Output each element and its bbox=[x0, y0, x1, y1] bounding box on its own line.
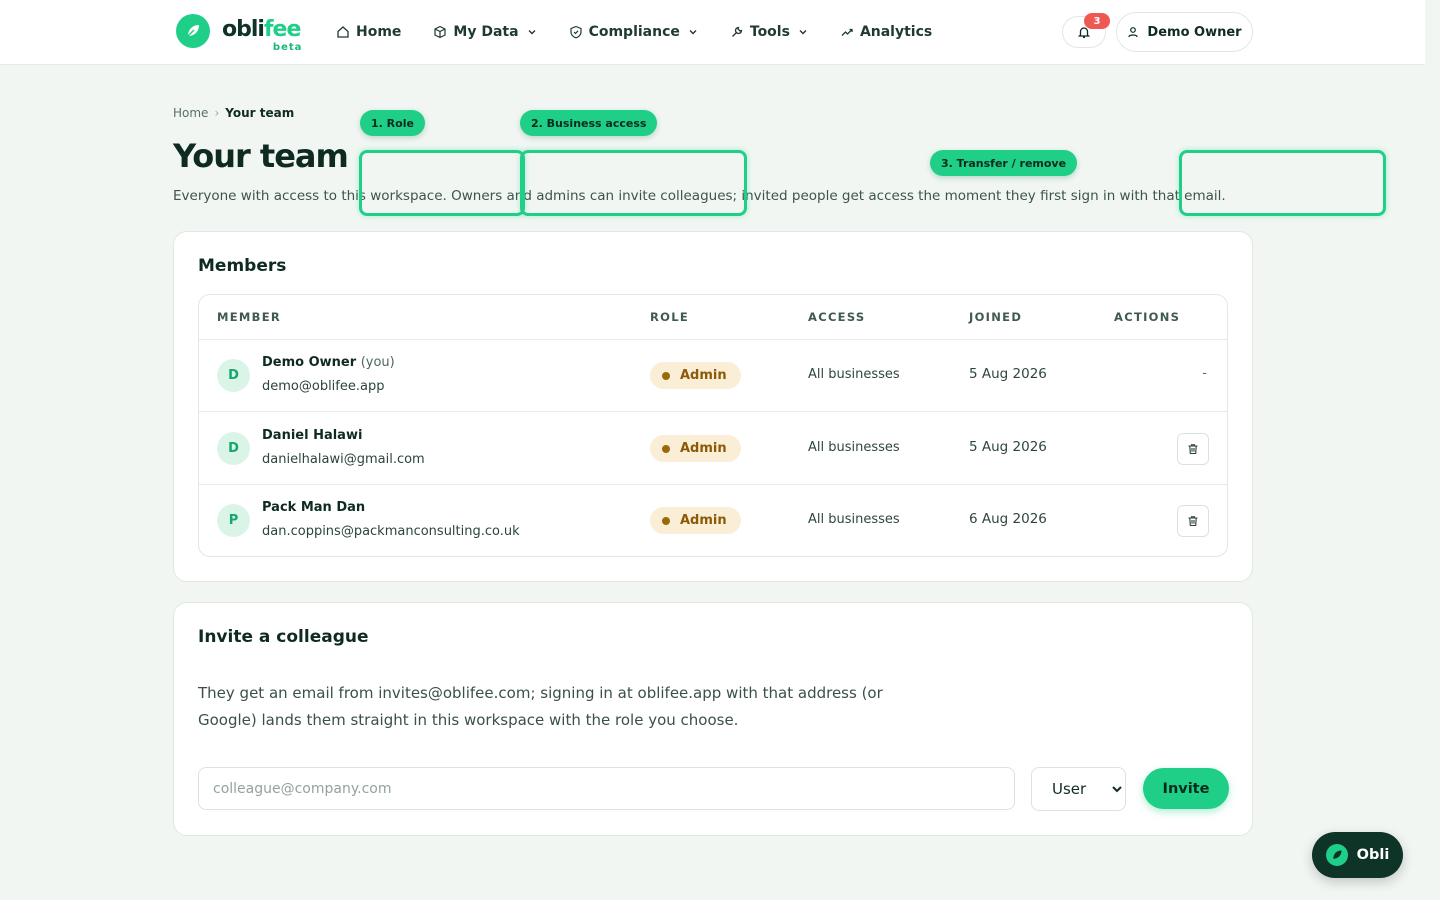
member-email: demo@oblifee.app bbox=[262, 379, 385, 394]
role-badge[interactable]: Admin bbox=[650, 507, 741, 534]
nav-my-data[interactable]: My Data bbox=[433, 20, 536, 44]
column-access: ACCESS bbox=[808, 310, 866, 324]
breadcrumb-home-link[interactable]: Home bbox=[173, 106, 208, 120]
breadcrumb-separator: › bbox=[214, 106, 220, 120]
leaf-icon bbox=[1325, 844, 1348, 866]
invite-title: Invite a colleague bbox=[198, 627, 369, 647]
members-table: MEMBER ROLE ACCESS JOINED ACTIONS D Demo… bbox=[198, 294, 1228, 557]
you-label: (you) bbox=[360, 355, 395, 370]
invite-role-select[interactable]: User bbox=[1031, 767, 1126, 811]
table-row: D Demo Owner (you) demo@oblifee.app Admi… bbox=[199, 340, 1227, 412]
member-name: Pack Man Dan bbox=[262, 500, 366, 515]
brand-name-accent: fee bbox=[263, 17, 301, 42]
invite-button[interactable]: Invite bbox=[1143, 768, 1229, 809]
chevron-down-icon bbox=[528, 30, 536, 35]
obli-assistant-button[interactable]: Obli bbox=[1312, 832, 1403, 878]
breadcrumb-current: Your team bbox=[225, 106, 295, 120]
invite-email-input[interactable] bbox=[198, 767, 1015, 810]
tour-step-role-label: 1. Role bbox=[360, 110, 425, 136]
tour-highlight-role bbox=[359, 150, 525, 216]
main-nav: Home My Data Compliance Tools Analytics bbox=[336, 20, 964, 44]
tour-highlight-transfer bbox=[1179, 150, 1386, 216]
chevron-down-icon bbox=[799, 30, 807, 35]
nav-my-data-label: My Data bbox=[453, 24, 519, 40]
avatar: D bbox=[217, 432, 250, 465]
member-email: danielhalawi@gmail.com bbox=[262, 452, 425, 467]
role-dot bbox=[662, 444, 670, 453]
member-email: dan.coppins@packmanconsulting.co.uk bbox=[262, 524, 520, 539]
nav-analytics-label: Analytics bbox=[859, 24, 933, 40]
column-member: MEMBER bbox=[217, 310, 282, 324]
role-badge[interactable]: Admin bbox=[650, 362, 741, 389]
user-menu-button[interactable]: Demo Owner bbox=[1116, 12, 1253, 52]
role-label: Admin bbox=[680, 441, 727, 456]
members-title: Members bbox=[198, 256, 287, 276]
members-card: Members MEMBER ROLE ACCESS JOINED ACTION… bbox=[173, 231, 1253, 582]
notification-count-badge: 3 bbox=[1084, 13, 1110, 29]
no-action-placeholder: - bbox=[1202, 366, 1207, 381]
avatar: P bbox=[217, 504, 250, 537]
breadcrumb: Home › Your team bbox=[173, 106, 294, 120]
joined-date: 6 Aug 2026 bbox=[969, 511, 1047, 527]
table-row: D Daniel Halawi danielhalawi@gmail.com A… bbox=[199, 413, 1227, 485]
tour-step-transfer-label: 3. Transfer / remove bbox=[930, 150, 1078, 176]
user-menu-label: Demo Owner bbox=[1147, 24, 1242, 40]
joined-date: 5 Aug 2026 bbox=[969, 366, 1047, 382]
member-name-text: Demo Owner bbox=[262, 355, 357, 370]
beta-label: beta bbox=[272, 42, 303, 53]
home-icon bbox=[337, 26, 349, 38]
column-role: ROLE bbox=[650, 310, 690, 324]
role-label: Admin bbox=[680, 368, 727, 383]
nav-analytics[interactable]: Analytics bbox=[840, 20, 932, 44]
tour-highlight-access bbox=[520, 150, 747, 216]
nav-tools[interactable]: Tools bbox=[730, 20, 808, 44]
avatar: D bbox=[217, 359, 250, 392]
role-dot bbox=[662, 371, 670, 380]
wrench-icon bbox=[731, 26, 743, 37]
trash-icon bbox=[1188, 444, 1198, 455]
role-badge[interactable]: Admin bbox=[650, 435, 741, 462]
tour-step-access-label: 2. Business access bbox=[520, 110, 658, 136]
remove-member-button[interactable] bbox=[1177, 433, 1209, 465]
role-dot bbox=[662, 516, 670, 525]
access-value[interactable]: All businesses bbox=[808, 440, 900, 455]
nav-home[interactable]: Home bbox=[336, 20, 401, 44]
top-navbar: oblifee beta Home My Data Compliance Too… bbox=[0, 0, 1425, 65]
role-label: Admin bbox=[680, 513, 727, 528]
joined-date: 5 Aug 2026 bbox=[969, 439, 1047, 455]
table-header: MEMBER ROLE ACCESS JOINED ACTIONS bbox=[199, 295, 1227, 340]
nav-compliance-label: Compliance bbox=[588, 24, 680, 40]
brand-logo[interactable]: oblifee beta bbox=[176, 14, 301, 53]
user-icon bbox=[1128, 27, 1139, 38]
invite-card: Invite a colleague They get an email fro… bbox=[173, 602, 1253, 836]
page-title: Your team bbox=[173, 137, 349, 175]
remove-member-button[interactable] bbox=[1177, 505, 1209, 537]
trash-icon bbox=[1188, 516, 1198, 527]
column-joined: JOINED bbox=[969, 310, 1023, 324]
brand-wordmark: oblifee beta bbox=[222, 14, 301, 53]
column-actions: ACTIONS bbox=[1114, 310, 1181, 324]
invite-description: They get an email from invites@oblifee.c… bbox=[198, 684, 883, 729]
shield-icon bbox=[569, 25, 582, 39]
access-value[interactable]: All businesses bbox=[808, 512, 900, 527]
obli-assistant-label: Obli bbox=[1356, 847, 1390, 863]
cube-icon bbox=[434, 25, 447, 39]
member-name: Daniel Halawi bbox=[262, 428, 363, 443]
member-name: Demo Owner (you) bbox=[262, 355, 395, 370]
trend-icon bbox=[841, 28, 853, 36]
table-row: P Pack Man Dan dan.coppins@packmanconsul… bbox=[199, 485, 1227, 556]
leaf-icon bbox=[176, 14, 210, 48]
chevron-down-icon bbox=[689, 30, 697, 35]
nav-compliance[interactable]: Compliance bbox=[569, 20, 698, 44]
nav-home-label: Home bbox=[356, 24, 402, 40]
brand-name-main: obli bbox=[222, 17, 265, 42]
nav-tools-label: Tools bbox=[749, 24, 790, 40]
access-value[interactable]: All businesses bbox=[808, 367, 900, 382]
